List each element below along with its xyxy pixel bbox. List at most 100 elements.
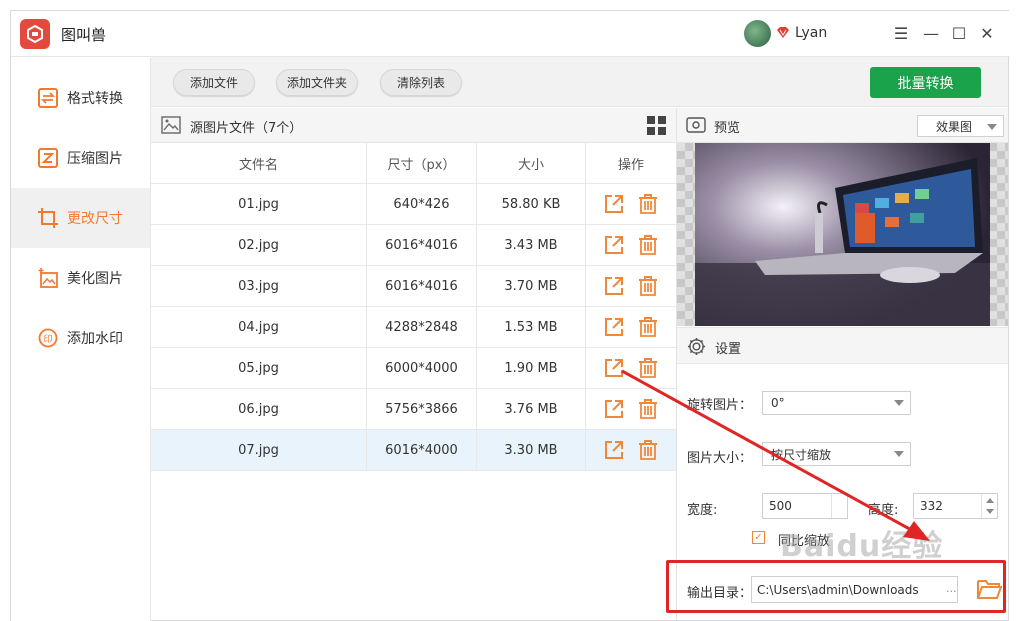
preview-image	[695, 143, 990, 326]
file-size: 3.76 MB	[477, 389, 586, 429]
width-value: 500	[769, 499, 792, 513]
table-header-row: 文件名 尺寸（px） 大小 操作	[151, 143, 676, 184]
file-dimensions: 640*426	[367, 184, 477, 224]
row-actions	[586, 266, 676, 306]
open-external-icon[interactable]	[603, 193, 625, 215]
user-name[interactable]: Lyan	[795, 25, 827, 41]
file-size: 1.53 MB	[477, 307, 586, 347]
app-title: 图叫兽	[61, 26, 107, 44]
column-header-filename: 文件名	[151, 143, 367, 183]
gear-icon	[687, 337, 706, 356]
image-size-select[interactable]: 按尺寸缩放	[762, 442, 911, 466]
row-actions	[586, 225, 676, 265]
minimize-icon[interactable]: —	[921, 23, 941, 43]
clear-list-button[interactable]: 清除列表	[380, 69, 462, 96]
table-row[interactable]: 01.jpg 640*426 58.80 KB	[151, 184, 676, 225]
height-input[interactable]: 332	[913, 493, 998, 519]
open-external-icon[interactable]	[603, 234, 625, 256]
table-row[interactable]: 06.jpg 5756*3866 3.76 MB	[151, 389, 676, 430]
toolbar: 添加文件 添加文件夹 清除列表 批量转换	[151, 57, 1008, 107]
grid-view-icon[interactable]	[647, 116, 666, 135]
output-dir-label: 输出目录：	[687, 586, 753, 601]
file-size: 3.70 MB	[477, 266, 586, 306]
menu-icon[interactable]: ☰	[891, 23, 911, 43]
table-row[interactable]: 03.jpg 6016*4016 3.70 MB	[151, 266, 676, 307]
width-stepper[interactable]	[831, 494, 847, 518]
file-size: 3.43 MB	[477, 225, 586, 265]
row-actions	[586, 430, 676, 470]
sidebar-item-beautify[interactable]: 美化图片	[11, 248, 150, 308]
batch-convert-button[interactable]: 批量转换	[870, 67, 981, 98]
file-size: 58.80 KB	[477, 184, 586, 224]
output-dir-value: C:\Users\admin\Downloads	[757, 582, 919, 597]
file-dimensions: 6000*4000	[367, 348, 477, 388]
open-external-icon[interactable]	[603, 357, 625, 379]
sidebar-item-watermark[interactable]: 印 添加水印	[11, 308, 150, 368]
chevron-down-icon	[987, 124, 997, 130]
table-row[interactable]: 07.jpg 6016*4000 3.30 MB	[151, 430, 676, 471]
output-dir-input[interactable]: C:\Users\admin\Downloads	[751, 576, 958, 603]
sidebar-item-label: 美化图片	[67, 271, 123, 287]
files-panel-title: 源图片文件（7个）	[190, 121, 303, 136]
row-actions	[586, 184, 676, 224]
file-size: 1.90 MB	[477, 348, 586, 388]
add-file-button[interactable]: 添加文件	[173, 69, 255, 96]
open-external-icon[interactable]	[603, 316, 625, 338]
preview-area	[677, 143, 1008, 326]
height-stepper[interactable]	[981, 494, 997, 518]
column-header-size: 大小	[477, 143, 586, 183]
file-dimensions: 6016*4016	[367, 266, 477, 306]
proportional-checkbox[interactable]: ✓	[752, 531, 765, 544]
open-external-icon[interactable]	[603, 398, 625, 420]
file-name: 07.jpg	[151, 430, 367, 470]
rotate-label: 旋转图片：	[687, 398, 753, 413]
preview-title: 预览	[714, 121, 741, 136]
table-row[interactable]: 05.jpg 6000*4000 1.90 MB	[151, 348, 676, 389]
sidebar-item-format-convert[interactable]: 格式转换	[11, 68, 150, 128]
height-label: 高度:	[868, 503, 899, 518]
image-size-label: 图片大小：	[687, 451, 753, 466]
file-name: 04.jpg	[151, 307, 367, 347]
trash-icon[interactable]	[637, 357, 659, 379]
trash-icon[interactable]	[637, 275, 659, 297]
add-folder-button[interactable]: 添加文件夹	[276, 69, 358, 96]
proportional-label: 同比缩放	[778, 534, 831, 549]
file-name: 02.jpg	[151, 225, 367, 265]
sidebar-item-label: 更改尺寸	[67, 211, 123, 227]
preview-mode-value: 效果图	[936, 119, 973, 134]
open-external-icon[interactable]	[603, 439, 625, 461]
column-header-actions: 操作	[617, 157, 644, 173]
image-size-value: 按尺寸缩放	[771, 447, 832, 462]
preview-mode-select[interactable]: 效果图	[917, 115, 1004, 137]
table-row[interactable]: 02.jpg 6016*4016 3.43 MB	[151, 225, 676, 266]
sidebar-item-compress[interactable]: 压缩图片	[11, 128, 150, 188]
open-external-icon[interactable]	[603, 275, 625, 297]
trash-icon[interactable]	[637, 316, 659, 338]
trash-icon[interactable]	[637, 398, 659, 420]
file-name: 05.jpg	[151, 348, 367, 388]
sidebar-item-resize[interactable]: 更改尺寸	[11, 188, 150, 248]
width-input[interactable]: 500	[762, 493, 848, 519]
convert-icon	[38, 88, 58, 108]
sidebar-item-label: 格式转换	[67, 91, 123, 107]
vip-diamond-icon	[776, 26, 790, 43]
row-actions	[586, 348, 676, 388]
trash-icon[interactable]	[637, 439, 659, 461]
sidebar-item-label: 添加水印	[67, 331, 123, 347]
close-icon[interactable]: ✕	[977, 23, 997, 43]
eye-icon	[686, 117, 706, 133]
table-row[interactable]: 04.jpg 4288*2848 1.53 MB	[151, 307, 676, 348]
avatar[interactable]	[744, 20, 771, 47]
settings-header: 设置	[677, 327, 1008, 364]
rotate-select[interactable]: 0°	[762, 391, 911, 415]
row-actions	[586, 389, 676, 429]
chevron-down-icon	[894, 400, 904, 406]
file-name: 01.jpg	[151, 184, 367, 224]
folder-open-icon[interactable]	[977, 578, 1002, 600]
trash-icon[interactable]	[637, 234, 659, 256]
trash-icon[interactable]	[637, 193, 659, 215]
file-size: 3.30 MB	[477, 430, 586, 470]
settings-title: 设置	[715, 342, 742, 357]
maximize-icon[interactable]: ☐	[949, 23, 969, 43]
file-name: 06.jpg	[151, 389, 367, 429]
